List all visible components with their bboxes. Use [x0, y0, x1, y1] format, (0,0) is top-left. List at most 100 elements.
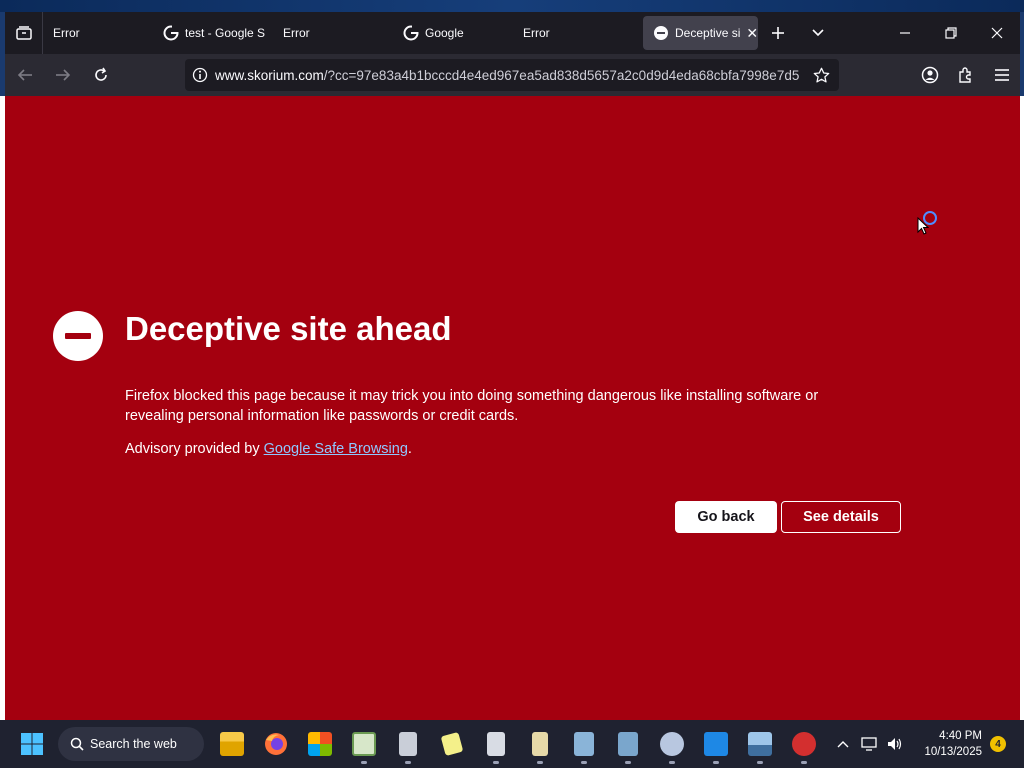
tab-deceptive-site[interactable]: Deceptive si ✕ — [643, 16, 758, 50]
account-button[interactable] — [912, 54, 948, 96]
url-bar[interactable]: www.skorium.com/?cc=97e83a4b1bcccd4e4ed9… — [185, 59, 839, 91]
advisory-prefix: Advisory provided by — [125, 441, 264, 457]
info-icon — [192, 67, 208, 83]
taskbar-app-6[interactable] — [562, 720, 606, 768]
volume-button[interactable] — [882, 737, 908, 751]
network-icon — [861, 737, 877, 751]
close-tab-icon[interactable]: ✕ — [746, 25, 758, 42]
taskbar-firefox[interactable] — [254, 720, 298, 768]
new-tab-button[interactable] — [758, 12, 798, 54]
taskbar-clock[interactable]: 4:40 PM 10/13/2025 — [908, 728, 982, 760]
tab-title: Error — [523, 26, 550, 40]
taskbar-app-11[interactable] — [782, 720, 826, 768]
restore-icon — [945, 27, 957, 39]
network-icon — [574, 732, 594, 756]
tab-title: test - Google S — [185, 26, 266, 40]
media-player-icon — [704, 732, 728, 756]
advisory-text: Advisory provided by Google Safe Browsin… — [125, 441, 412, 457]
show-hidden-icons-button[interactable] — [830, 740, 856, 748]
document-icon — [399, 732, 417, 756]
tab-strip: Error test - Google S Error Google Error… — [5, 12, 1020, 54]
back-button[interactable] — [7, 59, 43, 91]
tab-google-search[interactable]: test - Google S — [163, 16, 283, 50]
forward-button[interactable] — [45, 59, 81, 91]
clock-time: 4:40 PM — [939, 730, 982, 742]
taskbar-search[interactable]: Search the web — [58, 727, 204, 761]
tab-error-3[interactable]: Error — [523, 16, 643, 50]
see-details-button[interactable]: See details — [781, 501, 901, 533]
page-title: Deceptive site ahead — [125, 310, 452, 347]
taskbar-app-8[interactable] — [650, 720, 694, 768]
desktop-background — [0, 0, 1024, 12]
restore-button[interactable] — [928, 12, 974, 54]
tab-title: Google — [425, 26, 464, 40]
extensions-button[interactable] — [948, 54, 984, 96]
recycle-icon — [487, 732, 505, 756]
search-icon — [70, 737, 84, 751]
speaker-icon — [888, 738, 902, 750]
close-window-button[interactable] — [974, 12, 1020, 54]
network-icon — [618, 732, 638, 756]
tab-list-button[interactable] — [5, 12, 43, 54]
google-icon — [403, 25, 419, 41]
close-icon — [991, 27, 1003, 39]
minimize-icon — [900, 32, 910, 34]
background-window-right — [1020, 96, 1024, 720]
blocked-icon — [53, 311, 103, 361]
hamburger-icon — [995, 69, 1009, 81]
tab-error-2[interactable]: Error — [283, 16, 403, 50]
url-host: www.skorium.com — [215, 67, 324, 83]
start-button[interactable] — [12, 720, 52, 768]
reload-button[interactable] — [83, 59, 119, 91]
taskbar-app-1[interactable] — [342, 720, 386, 768]
taskbar-app-3[interactable] — [430, 720, 474, 768]
archive-icon — [532, 732, 548, 756]
star-icon — [813, 67, 829, 83]
deceptive-site-warning-page: Deceptive site ahead Firefox blocked thi… — [5, 96, 1020, 720]
notes-icon — [440, 732, 464, 756]
tab-title: Error — [283, 26, 310, 40]
tab-google[interactable]: Google — [403, 16, 523, 50]
spreadsheet-icon — [352, 732, 376, 756]
taskbar-app-2[interactable] — [386, 720, 430, 768]
toolbar-right — [912, 54, 1020, 96]
site-info-button[interactable] — [185, 67, 215, 83]
taskbar-app-9[interactable] — [694, 720, 738, 768]
mouse-pointer-icon — [917, 217, 929, 235]
network-status-button[interactable] — [856, 737, 882, 751]
puzzle-icon — [959, 67, 971, 83]
taskbar-app-4[interactable] — [474, 720, 518, 768]
notification-badge[interactable]: 4 — [990, 736, 1006, 752]
tab-title: Error — [53, 26, 80, 40]
blocked-icon — [654, 26, 668, 40]
folder-icon — [220, 732, 244, 756]
taskbar-store[interactable] — [298, 720, 342, 768]
navigation-toolbar: www.skorium.com/?cc=97e83a4b1bcccd4e4ed9… — [5, 54, 1020, 96]
menu-button[interactable] — [984, 54, 1020, 96]
warning-description: Firefox blocked this page because it may… — [125, 388, 819, 424]
taskbar-app-10[interactable] — [738, 720, 782, 768]
plus-icon — [772, 27, 784, 39]
account-icon — [921, 66, 939, 84]
search-label: Search the web — [90, 737, 177, 751]
taskbar-file-explorer[interactable] — [210, 720, 254, 768]
go-back-button[interactable]: Go back — [675, 501, 777, 533]
google-icon — [163, 25, 179, 41]
chevron-up-icon — [837, 741, 849, 748]
url-text[interactable]: www.skorium.com/?cc=97e83a4b1bcccd4e4ed9… — [215, 68, 803, 83]
chevron-down-icon — [812, 29, 824, 37]
taskbar-app-7[interactable] — [606, 720, 650, 768]
minimize-button[interactable] — [882, 12, 928, 54]
bookmark-button[interactable] — [803, 67, 839, 84]
system-tray: 4:40 PM 10/13/2025 4 — [830, 720, 1024, 768]
app-red-icon — [792, 732, 816, 756]
clock-date: 10/13/2025 — [924, 746, 982, 758]
store-icon — [308, 732, 332, 756]
tab-error-1[interactable]: Error — [43, 16, 163, 50]
arrow-left-icon — [17, 69, 32, 81]
tab-list-icon — [15, 26, 32, 40]
firefox-icon — [265, 733, 287, 755]
safe-browsing-link[interactable]: Google Safe Browsing — [264, 441, 408, 457]
list-all-tabs-button[interactable] — [798, 12, 838, 54]
taskbar-app-5[interactable] — [518, 720, 562, 768]
